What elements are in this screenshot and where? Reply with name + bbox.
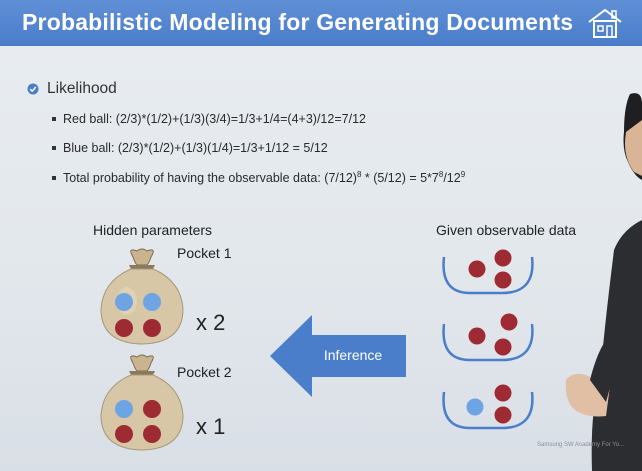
- pocket-2-bag: [100, 354, 184, 451]
- bullet-square: [52, 175, 56, 180]
- red-ball: [143, 425, 161, 443]
- bullet-square: [52, 145, 56, 150]
- red-ball: [468, 260, 486, 278]
- bullet-square: [52, 116, 56, 121]
- hidden-parameters-label: Hidden parameters: [93, 222, 213, 238]
- bullet-text: Red ball: (2/3)*(1/2)+(1/3)(3/4)=1/3+1/4…: [63, 112, 366, 126]
- red-ball: [494, 249, 512, 267]
- red-ball: [143, 400, 161, 418]
- bullet-blue-ball: Blue ball: (2/3)*(1/2)+(1/3)(1/4)=1/3+1/…: [52, 141, 328, 155]
- bullet-text-mid2: /12: [443, 171, 461, 186]
- red-ball: [115, 425, 133, 443]
- footer-text: Samsung SW Academy For Yo...: [537, 442, 625, 448]
- red-ball: [494, 384, 512, 402]
- red-ball: [494, 406, 512, 424]
- bullet-red-ball: Red ball: (2/3)*(1/2)+(1/3)(3/4)=1/3+1/4…: [52, 112, 366, 126]
- heading-text: Likelihood: [47, 80, 117, 97]
- bullet-text-pre: Total probability of having the observab…: [63, 171, 357, 186]
- bullet-total-probability: Total probability of having the observab…: [52, 170, 465, 185]
- bullet-text-mid: * (5/12) = 5*7: [361, 171, 439, 186]
- likelihood-heading: Likelihood: [27, 80, 117, 98]
- blue-ball: [115, 293, 133, 311]
- presenter-silhouette: [565, 93, 642, 471]
- title-bar: Probabilistic Modeling for Generating Do…: [0, 0, 642, 46]
- red-ball: [468, 327, 486, 345]
- blue-ball: [466, 398, 484, 416]
- blue-ball: [115, 400, 133, 418]
- red-ball: [115, 319, 133, 337]
- red-ball: [494, 338, 512, 356]
- pocket-2-multiplier: x 1: [196, 414, 226, 439]
- home-icon: [588, 8, 622, 38]
- pocket-1-multiplier: x 2: [196, 310, 226, 335]
- observation-cup-3: [442, 384, 534, 430]
- inference-label: Inference: [323, 347, 383, 363]
- red-ball: [494, 271, 512, 289]
- slide-title: Probabilistic Modeling for Generating Do…: [22, 9, 574, 35]
- exponent: 9: [460, 170, 466, 179]
- observation-cup-1: [442, 249, 534, 295]
- observation-cup-2: [442, 313, 534, 362]
- red-ball: [143, 319, 161, 337]
- pocket-1-bag: [100, 248, 184, 345]
- red-ball: [500, 313, 518, 331]
- slide: Probabilistic Modeling for Generating Do…: [0, 0, 642, 471]
- check-bullet-icon: [27, 83, 39, 95]
- bullet-text: Blue ball: (2/3)*(1/2)+(1/3)(1/4)=1/3+1/…: [63, 141, 328, 155]
- blue-ball: [143, 293, 161, 311]
